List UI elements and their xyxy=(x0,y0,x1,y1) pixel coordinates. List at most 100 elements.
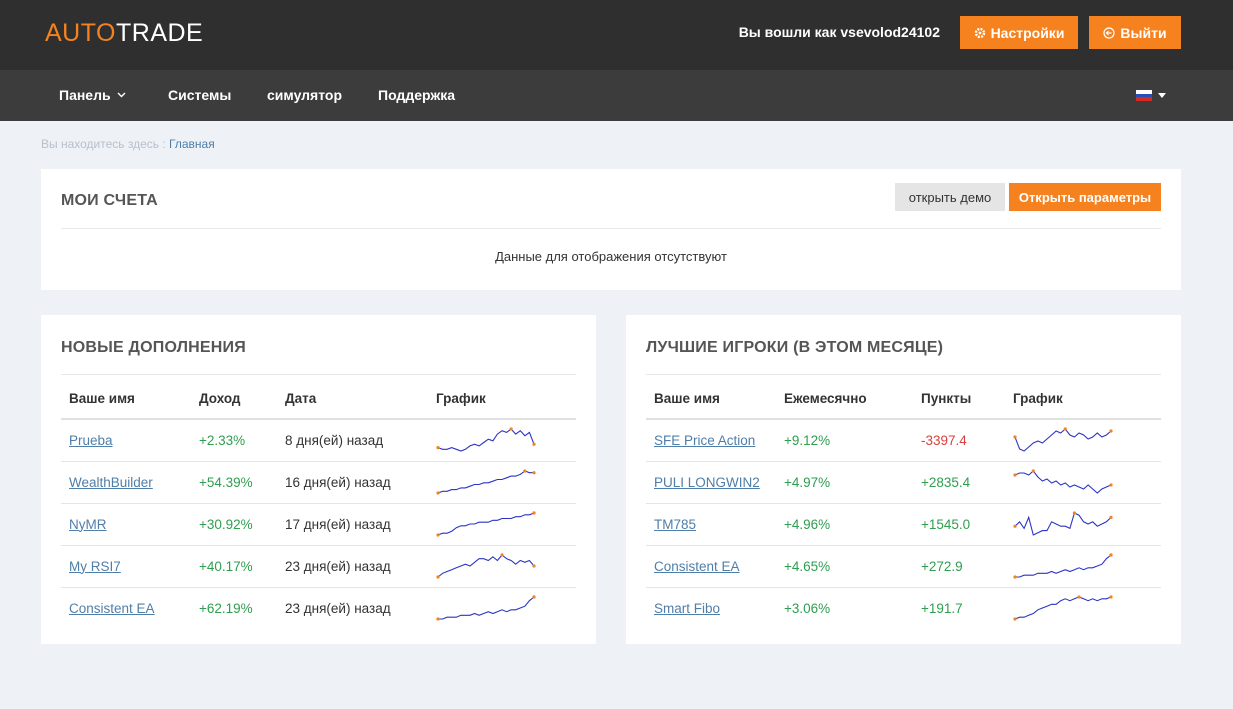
monthly-value: +4.96% xyxy=(784,516,831,532)
sparkline-chart xyxy=(1013,511,1113,536)
sparkline-chart xyxy=(436,595,536,621)
sparkline-path xyxy=(1015,554,1112,578)
nav-item-label: Системы xyxy=(168,87,232,103)
monthly-cell: +4.96% xyxy=(776,503,913,546)
income-value: +2.33% xyxy=(199,432,246,448)
chart-cell xyxy=(428,587,576,629)
nav-item-simulator[interactable]: симулятор xyxy=(267,87,342,103)
system-name-link[interactable]: Consistent EA xyxy=(69,601,155,616)
top-bar: AUTOTRADE Вы вошли как vsevolod24102 Нас… xyxy=(0,0,1233,70)
sparkline-point xyxy=(1109,429,1113,433)
settings-label: Настройки xyxy=(990,24,1065,41)
sparkline-point xyxy=(532,442,536,447)
sparkline-point xyxy=(1063,427,1067,431)
date-cell: 17 дня(ей) назад xyxy=(277,503,428,546)
player-name-link[interactable]: SFE Price Action xyxy=(654,433,755,448)
sparkline-path xyxy=(437,554,535,578)
no-data-message: Данные для отображения отсутствуют xyxy=(495,249,727,264)
points-value: -3397.4 xyxy=(921,432,967,448)
sparkline-point xyxy=(1013,575,1017,579)
chart-cell xyxy=(428,545,576,588)
nav-item-panel[interactable]: Панель xyxy=(59,87,126,103)
open-parameters-button[interactable]: Открыть параметры xyxy=(1009,183,1161,211)
table-row: Smart Fibo +3.06% +191.7 xyxy=(646,587,1161,629)
name-cell: SFE Price Action xyxy=(646,419,776,462)
my-accounts-title: МОИ СЧЕТА xyxy=(61,192,158,209)
name-cell: Smart Fibo xyxy=(646,587,776,629)
settings-button[interactable]: Настройки xyxy=(960,16,1078,49)
nav-item-systems[interactable]: Системы xyxy=(168,87,231,103)
player-name-link[interactable]: TM785 xyxy=(654,517,696,532)
points-cell: +191.7 xyxy=(913,587,1005,629)
monthly-cell: +9.12% xyxy=(776,419,913,462)
chart-cell xyxy=(428,461,576,504)
name-cell: PULI LONGWIN2 xyxy=(646,461,776,504)
sparkline-chart xyxy=(1013,595,1113,621)
sparkline-point xyxy=(523,469,527,473)
autotrade-logo[interactable]: AUTOTRADE xyxy=(45,19,203,48)
table-row: PULI LONGWIN2 +4.97% +2835.4 xyxy=(646,461,1161,504)
sparkline-point xyxy=(532,471,536,475)
chart-cell xyxy=(1005,419,1161,462)
table-row: WealthBuilder +54.39% 16 дня(ей) назад xyxy=(61,461,576,504)
chevron-down-icon xyxy=(117,92,126,98)
points-cell: +2835.4 xyxy=(913,461,1005,504)
sparkline-point xyxy=(1109,515,1113,519)
points-cell: +1545.0 xyxy=(913,503,1005,546)
table-header-row: Ваше имя Доход Дата График xyxy=(61,378,576,420)
nav-item-label: Панель xyxy=(59,87,111,103)
divider xyxy=(61,228,1161,229)
divider xyxy=(61,374,576,375)
sparkline-path xyxy=(438,596,535,620)
date-value: 23 дня(ей) назад xyxy=(285,558,391,574)
sparkline-point xyxy=(532,511,536,515)
system-name-link[interactable]: My RSI7 xyxy=(69,559,121,574)
sparkline-path xyxy=(1014,470,1112,494)
sparkline-chart xyxy=(1013,427,1113,452)
system-name-link[interactable]: Prueba xyxy=(69,433,113,448)
top-players-table: Ваше имя Ежемесячно Пункты График SFE Pr… xyxy=(646,378,1161,629)
date-cell: 23 дня(ей) назад xyxy=(277,587,428,629)
sparkline-chart xyxy=(436,469,536,495)
sparkline-path xyxy=(437,428,535,452)
date-value: 17 дня(ей) назад xyxy=(285,516,391,532)
points-value: +272.9 xyxy=(921,558,963,574)
language-selector[interactable] xyxy=(1136,90,1166,102)
income-cell: +54.39% xyxy=(191,461,277,504)
system-name-link[interactable]: WealthBuilder xyxy=(69,475,153,490)
player-name-link[interactable]: Smart Fibo xyxy=(654,601,720,616)
column-header: Доход xyxy=(191,378,277,420)
nav-item-label: Поддержка xyxy=(378,87,456,103)
sparkline-path xyxy=(1014,428,1112,452)
sparkline-path xyxy=(437,512,535,536)
caret-down-icon xyxy=(1158,93,1166,98)
nav-item-support[interactable]: Поддержка xyxy=(378,87,455,103)
top-players-title: ЛУЧШИЕ ИГРОКИ (В ЭТОМ МЕСЯЦЕ) xyxy=(646,339,944,356)
sparkline-point xyxy=(1072,511,1077,515)
income-value: +30.92% xyxy=(199,516,253,532)
player-name-link[interactable]: PULI LONGWIN2 xyxy=(654,475,760,490)
system-name-link[interactable]: NyMR xyxy=(69,517,107,532)
open-demo-button[interactable]: открыть демо xyxy=(895,183,1005,211)
chart-cell xyxy=(1005,503,1161,546)
sparkline-point xyxy=(1013,617,1017,621)
player-name-link[interactable]: Consistent EA xyxy=(654,559,740,574)
breadcrumb-prefix: Вы находитесь здесь : xyxy=(41,137,166,151)
monthly-value: +4.97% xyxy=(784,474,831,490)
new-additions-panel: НОВЫЕ ДОПОЛНЕНИЯ Ваше имя Доход Дата Гра… xyxy=(41,315,596,644)
sparkline-point xyxy=(436,446,440,450)
sparkline-chart xyxy=(436,553,536,579)
column-header: Ваше имя xyxy=(646,378,776,420)
sparkline-point xyxy=(1109,483,1113,487)
points-value: +191.7 xyxy=(921,600,963,616)
monthly-value: +3.06% xyxy=(784,600,831,616)
name-cell: TM785 xyxy=(646,503,776,546)
sparkline-point xyxy=(436,491,440,495)
income-value: +54.39% xyxy=(199,474,253,490)
income-cell: +2.33% xyxy=(191,419,277,462)
logout-button[interactable]: Выйти xyxy=(1089,16,1181,49)
breadcrumb-home-link[interactable]: Главная xyxy=(169,137,215,151)
logout-label: Выйти xyxy=(1120,24,1167,41)
date-cell: 16 дня(ей) назад xyxy=(277,461,428,504)
points-cell: +272.9 xyxy=(913,545,1005,588)
